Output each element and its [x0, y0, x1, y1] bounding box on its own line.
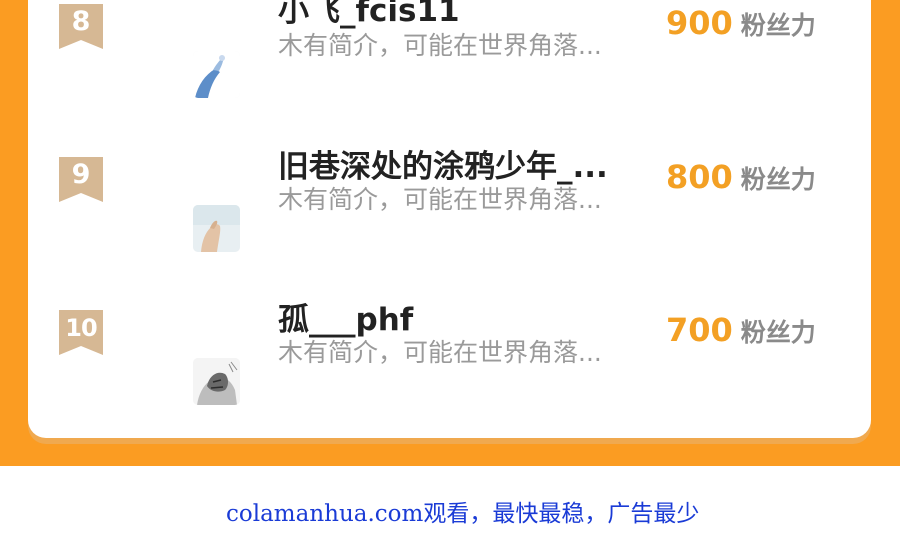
avatar[interactable]: [193, 358, 240, 405]
avatar[interactable]: [193, 205, 240, 252]
fans-unit: 粉丝力: [740, 165, 816, 194]
fans-unit: 粉丝力: [740, 318, 816, 347]
fans-value: 700: [666, 311, 733, 349]
rank-badge: 10: [59, 310, 103, 355]
user-description: 木有简介，可能在世界角落...: [278, 31, 602, 60]
avatar-image-icon: [193, 51, 240, 98]
user-description: 木有简介，可能在世界角落...: [278, 338, 602, 367]
user-name[interactable]: 小飞_fcis11: [278, 0, 638, 31]
fans-value: 800: [666, 158, 733, 196]
avatar-image-icon: [193, 358, 240, 405]
user-description: 木有简介，可能在世界角落...: [278, 185, 602, 214]
user-name[interactable]: 旧巷深处的涂鸦少年_...: [278, 147, 638, 187]
fans-power: 900 粉丝力: [666, 4, 866, 48]
fans-power: 800 粉丝力: [666, 158, 866, 202]
ranking-row[interactable]: 8 小飞_fcis11 木有简介，可能在世界角落... 900 粉丝力: [28, 0, 871, 130]
ranking-row[interactable]: 10 孤___phf 木有简介，可能在世界角落... 700 粉丝力: [28, 287, 871, 437]
fans-power: 700 粉丝力: [666, 311, 866, 355]
fans-unit: 粉丝力: [740, 11, 816, 40]
fans-value: 900: [666, 4, 733, 42]
user-name[interactable]: 孤___phf: [278, 300, 638, 340]
rank-badge: 9: [59, 157, 103, 202]
ranking-card: 8 小飞_fcis11 木有简介，可能在世界角落... 900 粉丝力 9 旧巷…: [28, 0, 871, 438]
site-watermark-link[interactable]: colamanhua.com观看，最快最稳，广告最少: [226, 496, 876, 532]
avatar[interactable]: [193, 51, 240, 98]
rank-badge: 8: [59, 4, 103, 49]
ranking-row[interactable]: 9 旧巷深处的涂鸦少年_... 木有简介，可能在世界角落... 800 粉丝力: [28, 134, 871, 284]
avatar-image-icon: [193, 205, 240, 252]
